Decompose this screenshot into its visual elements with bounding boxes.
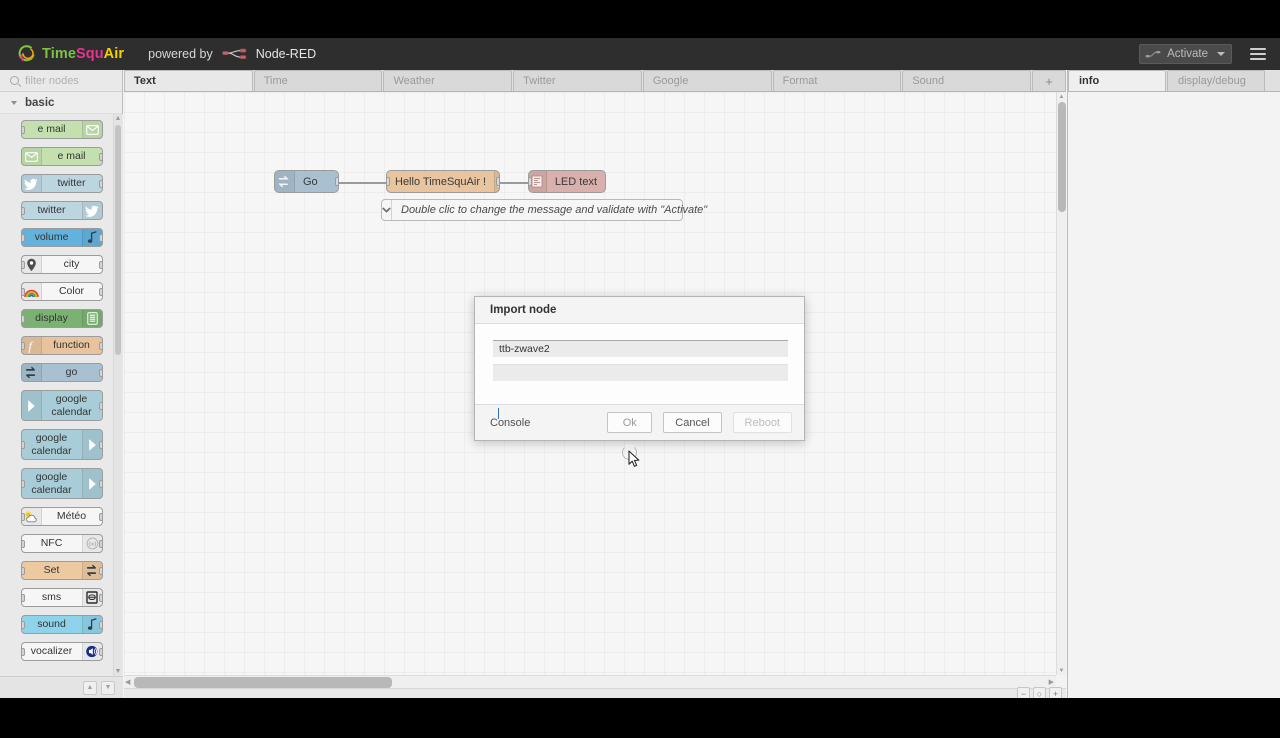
- dialog-button-group: Ok Cancel Reboot: [607, 412, 792, 433]
- mouse-cursor-icon: [628, 450, 641, 469]
- import-field-primary[interactable]: [493, 340, 788, 357]
- dialog-body: [475, 324, 804, 405]
- letterbox-top: [0, 0, 1280, 38]
- ok-button[interactable]: Ok: [607, 412, 653, 433]
- import-node-dialog: Import node Console Ok Cancel Reboot: [474, 296, 805, 441]
- text-caret: [498, 408, 499, 419]
- modal-overlay: Import node Console Ok Cancel Reboot: [0, 38, 1280, 698]
- import-field-secondary[interactable]: [493, 364, 788, 381]
- node-red-application: TimeSquAir powered by Node-RED Activate …: [0, 38, 1280, 698]
- console-label: Console: [490, 416, 531, 429]
- letterbox-bottom: [0, 698, 1280, 738]
- cancel-button[interactable]: Cancel: [663, 412, 722, 433]
- dialog-title: Import node: [475, 297, 804, 324]
- dialog-footer: Console Ok Cancel Reboot: [475, 404, 804, 440]
- reboot-button: Reboot: [732, 412, 792, 433]
